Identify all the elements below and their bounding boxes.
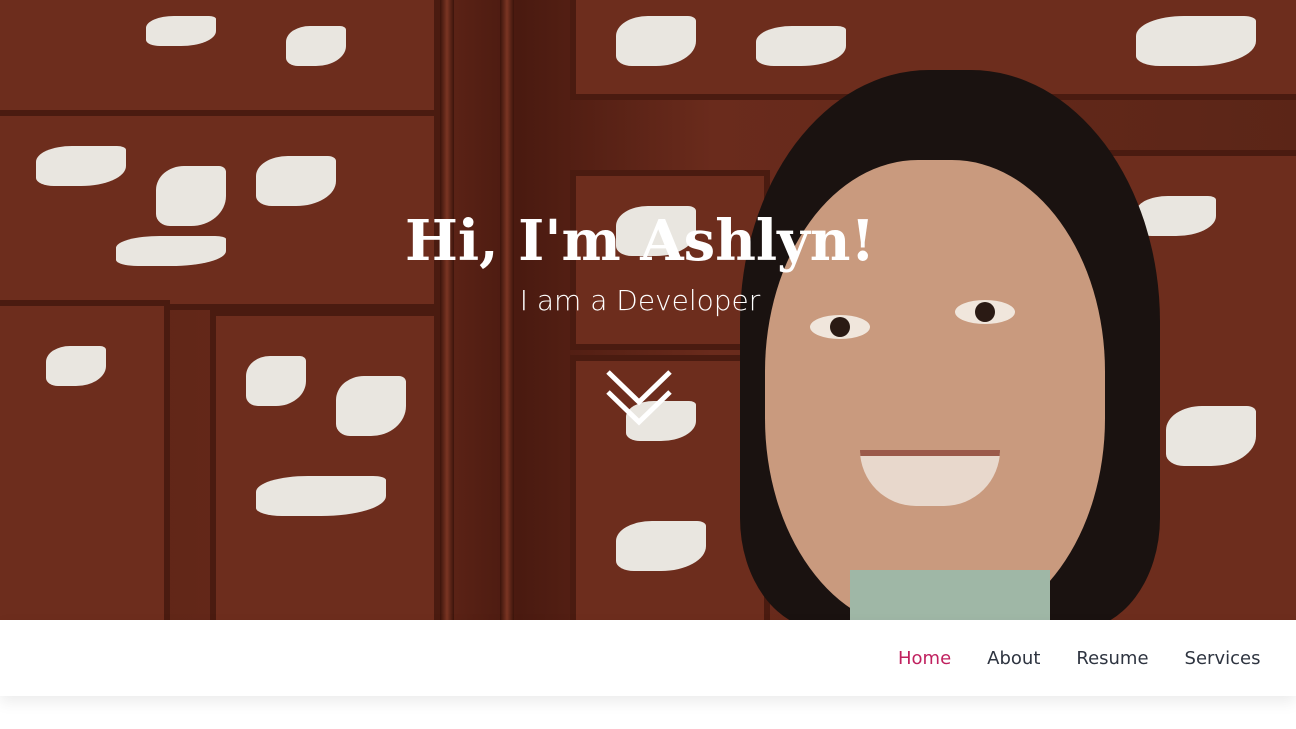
carved-panel bbox=[0, 300, 170, 620]
double-chevron-down-icon[interactable] bbox=[604, 366, 674, 428]
profile-photo bbox=[740, 70, 1160, 620]
nav-menu: Home About Resume Services Po bbox=[880, 620, 1296, 696]
nav-item-home[interactable]: Home bbox=[898, 648, 951, 669]
nav-item-about[interactable]: About bbox=[987, 648, 1040, 669]
hero-section: Hi, I'm Ashlyn! I am a Developer bbox=[0, 0, 1296, 620]
hero-text: Hi, I'm Ashlyn! I am a Developer bbox=[0, 205, 1280, 319]
hero-title: Hi, I'm Ashlyn! bbox=[404, 208, 876, 274]
nav-item-services[interactable]: Services bbox=[1185, 648, 1261, 669]
carved-panel bbox=[210, 310, 440, 620]
nav-item-resume[interactable]: Resume bbox=[1076, 648, 1148, 669]
main-navbar: Home About Resume Services Po bbox=[0, 620, 1296, 696]
hero-subtitle: I am a Developer bbox=[519, 284, 761, 317]
collar bbox=[850, 570, 1050, 620]
